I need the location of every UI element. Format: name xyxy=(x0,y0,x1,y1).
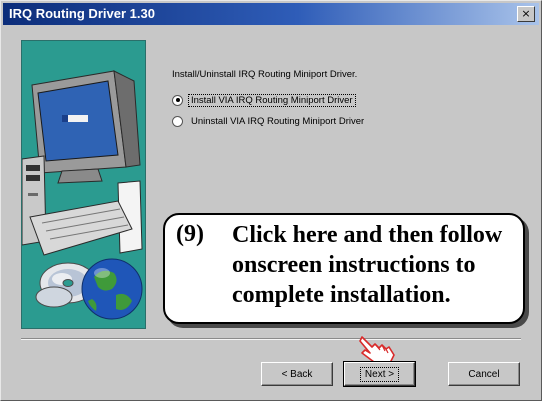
callout-line-1: Click here and then follow xyxy=(232,222,503,248)
wizard-graphic-panel xyxy=(21,40,146,329)
callout-line-2: onscreen instructions to xyxy=(232,252,476,278)
install-option[interactable]: Install VIA IRQ Routing Miniport Driver xyxy=(172,93,356,107)
close-icon: × xyxy=(521,7,531,20)
instruction-callout: (9) Click here and then follow onscreen … xyxy=(163,213,525,324)
next-button[interactable]: Next > xyxy=(343,361,416,387)
callout-line-3: complete installation. xyxy=(232,282,451,308)
globe-icon xyxy=(81,258,143,320)
back-button-label: < Back xyxy=(281,368,313,380)
instruction-text: Install/Uninstall IRQ Routing Miniport D… xyxy=(172,69,358,80)
computer-icon xyxy=(22,70,143,256)
cancel-button-label: Cancel xyxy=(468,368,500,380)
install-option-label[interactable]: Install VIA IRQ Routing Miniport Driver xyxy=(188,93,356,107)
installer-window: IRQ Routing Driver 1.30 × Install/Uninst… xyxy=(0,0,542,401)
next-button-label: Next > xyxy=(359,366,400,382)
window-title: IRQ Routing Driver 1.30 xyxy=(9,6,155,21)
uninstall-radio[interactable] xyxy=(172,115,183,127)
title-bar: IRQ Routing Driver 1.30 × xyxy=(3,3,539,25)
uninstall-option-label[interactable]: Uninstall VIA IRQ Routing Miniport Drive… xyxy=(189,116,366,127)
install-radio[interactable] xyxy=(172,94,183,106)
back-button[interactable]: < Back xyxy=(261,362,333,386)
uninstall-option[interactable]: Uninstall VIA IRQ Routing Miniport Drive… xyxy=(172,114,366,128)
button-separator xyxy=(21,338,521,340)
callout-step-number: (9) xyxy=(176,221,204,247)
close-button[interactable]: × xyxy=(517,6,535,22)
cancel-button[interactable]: Cancel xyxy=(448,362,520,386)
